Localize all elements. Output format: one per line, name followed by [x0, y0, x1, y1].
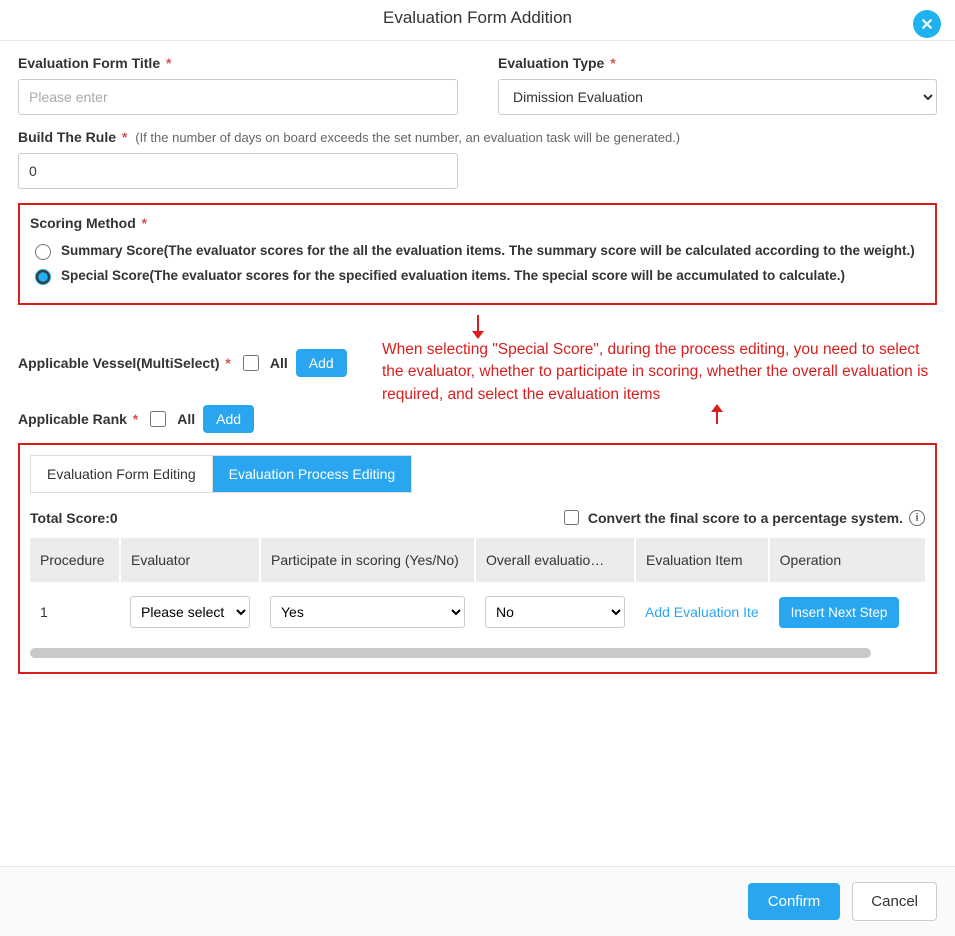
summary-score-radio[interactable]: [35, 244, 51, 260]
arrow-up-icon: [708, 404, 726, 424]
overall-select[interactable]: No: [485, 596, 625, 628]
tab-form-editing[interactable]: Evaluation Form Editing: [31, 456, 213, 492]
insert-next-step-button[interactable]: Insert Next Step: [779, 597, 900, 628]
all-label-vessel: All: [270, 355, 288, 371]
annotation-text: When selecting "Special Score", during t…: [378, 339, 937, 406]
arrow-down-icon: [469, 315, 487, 339]
all-label-rank: All: [177, 411, 195, 427]
close-button[interactable]: [913, 10, 941, 38]
modal-header: Evaluation Form Addition: [0, 0, 955, 41]
form-title-label: Evaluation Form Title *: [18, 55, 458, 71]
eval-type-select[interactable]: Dimission Evaluation: [498, 79, 937, 115]
process-table: Procedure Evaluator Participate in scori…: [30, 538, 925, 642]
tabs: Evaluation Form Editing Evaluation Proce…: [30, 455, 412, 493]
info-icon[interactable]: i: [909, 510, 925, 526]
summary-score-label: Summary Score(The evaluator scores for t…: [61, 243, 915, 258]
scoring-method-label: Scoring Method *: [30, 215, 925, 231]
special-score-option[interactable]: Special Score(The evaluator scores for t…: [30, 266, 925, 285]
special-score-label: Special Score(The evaluator scores for t…: [61, 268, 845, 283]
footer: Confirm Cancel: [0, 866, 955, 936]
cancel-button[interactable]: Cancel: [852, 882, 937, 921]
add-rank-button[interactable]: Add: [203, 405, 254, 433]
col-overall: Overall evaluatio…: [475, 538, 635, 582]
col-item: Evaluation Item: [635, 538, 769, 582]
scoring-method-section: Scoring Method * Summary Score(The evalu…: [18, 203, 937, 305]
applicable-vessel-label: Applicable Vessel(MultiSelect) *: [18, 355, 231, 371]
add-vessel-button[interactable]: Add: [296, 349, 347, 377]
eval-type-label: Evaluation Type *: [498, 55, 937, 71]
convert-percentage-checkbox[interactable]: [564, 510, 579, 525]
table-row: 1 Please select Yes No Add Evaluation It…: [30, 582, 925, 642]
cell-procedure: 1: [30, 582, 120, 642]
evaluator-select[interactable]: Please select: [130, 596, 250, 628]
tab-process-editing[interactable]: Evaluation Process Editing: [213, 456, 412, 492]
build-rule-label: Build The Rule * (If the number of days …: [18, 129, 937, 145]
convert-percentage-label: Convert the final score to a percentage …: [588, 510, 903, 526]
special-score-radio[interactable]: [35, 269, 51, 285]
add-evaluation-item-link[interactable]: Add Evaluation Ite: [645, 604, 759, 620]
col-procedure: Procedure: [30, 538, 120, 582]
close-icon: [920, 17, 934, 31]
total-score-label: Total Score:0: [30, 510, 118, 526]
applicable-rank-label: Applicable Rank *: [18, 411, 138, 427]
form-title-input[interactable]: [18, 79, 458, 115]
col-operation: Operation: [769, 538, 925, 582]
horizontal-scrollbar[interactable]: [30, 648, 871, 658]
participate-select[interactable]: Yes: [270, 596, 465, 628]
applicable-rank-all-checkbox[interactable]: [150, 411, 166, 427]
page-title: Evaluation Form Addition: [383, 8, 572, 27]
applicable-vessel-all-checkbox[interactable]: [243, 355, 259, 371]
confirm-button[interactable]: Confirm: [748, 883, 841, 920]
process-editing-section: Evaluation Form Editing Evaluation Proce…: [18, 443, 937, 674]
col-participate: Participate in scoring (Yes/No): [260, 538, 475, 582]
build-rule-input[interactable]: [18, 153, 458, 189]
summary-score-option[interactable]: Summary Score(The evaluator scores for t…: [30, 241, 925, 260]
col-evaluator: Evaluator: [120, 538, 260, 582]
